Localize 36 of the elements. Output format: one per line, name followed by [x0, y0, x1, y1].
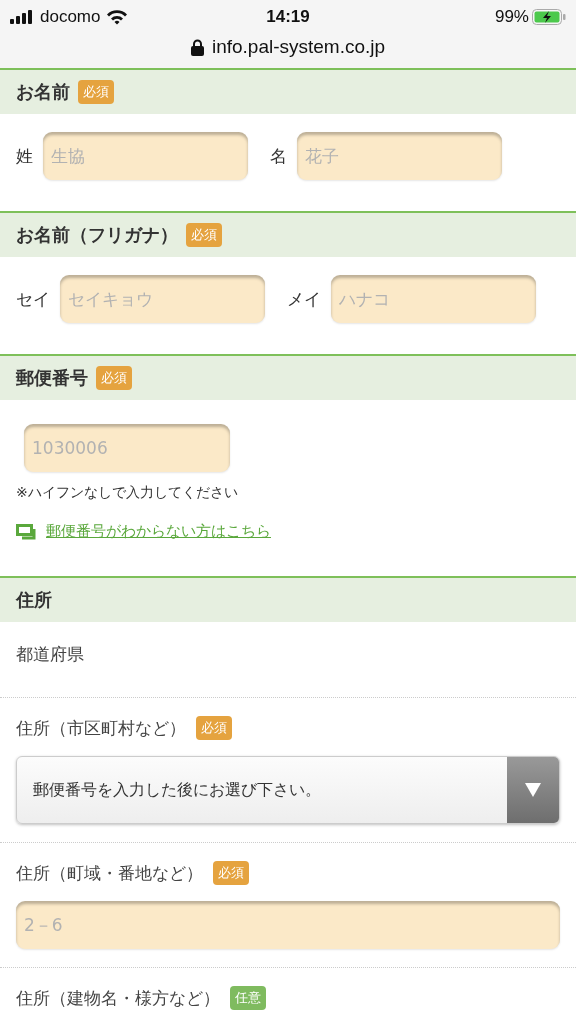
input-field[interactable]: セイキョウ: [60, 275, 265, 323]
input-field[interactable]: 花子: [297, 132, 502, 180]
field-label: メイ: [287, 287, 321, 311]
field-label: 名: [270, 144, 287, 168]
windows-icon: [16, 523, 38, 540]
required-badge: 必須: [196, 716, 232, 740]
clock-time: 14:19: [266, 7, 310, 27]
section-title: 郵便番号: [16, 366, 88, 390]
dropdown-arrow-icon: [525, 783, 541, 797]
field-label: 住所（町域・番地など）: [16, 861, 203, 885]
field-label: セイ: [16, 287, 50, 311]
required-badge: 必須: [78, 80, 114, 104]
signal-icon: [10, 10, 34, 24]
wifi-icon: [106, 9, 129, 25]
required-badge: 必須: [186, 223, 222, 247]
carrier-name: docomo: [40, 7, 101, 27]
input-field[interactable]: 生協: [43, 132, 248, 180]
required-badge: 必須: [96, 366, 132, 390]
input-field[interactable]: 2－6: [16, 901, 560, 949]
field-label: 住所（市区町村など）: [16, 716, 186, 740]
section-title: お名前（フリガナ）: [16, 223, 178, 247]
required-badge: 必須: [213, 861, 249, 885]
section-title: 住所: [16, 588, 52, 612]
lock-icon: [190, 38, 204, 56]
battery-charging-icon: [532, 9, 566, 25]
page-url[interactable]: info.pal-system.co.jp: [211, 36, 386, 58]
input-field[interactable]: ハナコ: [331, 275, 536, 323]
section-title: お名前: [16, 80, 70, 104]
dropdown[interactable]: 郵便番号を入力した後にお選び下さい。: [16, 756, 560, 824]
field-label: 都道府県: [16, 642, 84, 666]
battery-percent: 99%: [494, 7, 529, 27]
field-label: 姓: [16, 144, 33, 168]
input-field[interactable]: 1030006: [24, 424, 230, 472]
hint-text: ※ハイフンなしで入力してください: [16, 484, 238, 502]
field-label: 住所（建物名・様方など）: [16, 986, 220, 1010]
optional-badge: 任意: [230, 986, 266, 1010]
